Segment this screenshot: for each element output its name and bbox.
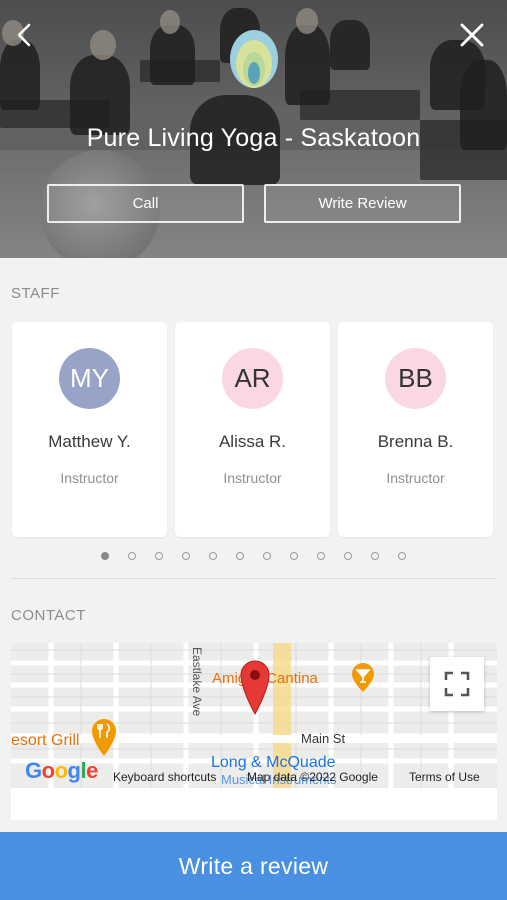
- staff-role: Instructor: [60, 470, 119, 486]
- google-logo: Google: [25, 758, 98, 783]
- location-map[interactable]: Eastlake Ave Amigos Cantina Main St esor…: [11, 643, 497, 788]
- map-pin-icon: [240, 660, 270, 715]
- section-divider: [11, 578, 496, 579]
- close-icon: [460, 23, 484, 47]
- staff-card[interactable]: AR Alissa R. Instructor: [175, 322, 330, 537]
- pagination-dot[interactable]: [371, 552, 379, 560]
- pagination-dot[interactable]: [155, 552, 163, 560]
- avatar: AR: [222, 348, 283, 409]
- staff-card[interactable]: BB Brenna B. Instructor: [338, 322, 493, 537]
- staff-name: Matthew Y.: [48, 432, 131, 451]
- fullscreen-button[interactable]: [430, 657, 484, 711]
- avatar-initials: AR: [234, 363, 271, 393]
- pagination-dot[interactable]: [317, 552, 325, 560]
- avatar: MY: [59, 348, 120, 409]
- map-street-label: Main St: [301, 731, 346, 746]
- map-data-attribution: Map data ©2022 Google: [247, 770, 378, 784]
- contact-section-label: CONTACT: [11, 607, 86, 624]
- page-title: Pure Living Yoga - Saskatoon: [86, 124, 421, 152]
- hero-banner: Pure Living Yoga - Saskatoon Call Write …: [0, 0, 507, 258]
- pagination-dot[interactable]: [101, 552, 109, 560]
- avatar-initials: BB: [398, 363, 433, 393]
- pagination-dot[interactable]: [344, 552, 352, 560]
- staff-role: Instructor: [386, 470, 445, 486]
- pagination-dot[interactable]: [128, 552, 136, 560]
- staff-role: Instructor: [223, 470, 282, 486]
- pagination-dot[interactable]: [290, 552, 298, 560]
- pagination-dot[interactable]: [182, 552, 190, 560]
- fullscreen-icon: [444, 671, 470, 697]
- staff-section-label: STAFF: [11, 285, 60, 302]
- staff-card[interactable]: MY Matthew Y. Instructor: [12, 322, 167, 537]
- keyboard-shortcuts-link[interactable]: Keyboard shortcuts: [113, 770, 216, 784]
- terms-of-use-link[interactable]: Terms of Use: [409, 770, 480, 784]
- restaurant-poi-icon: [92, 719, 116, 756]
- studio-logo: [230, 30, 278, 88]
- close-button[interactable]: [455, 18, 489, 52]
- pagination-dot[interactable]: [236, 552, 244, 560]
- back-button[interactable]: [8, 18, 42, 52]
- avatar: BB: [385, 348, 446, 409]
- bar-poi-icon: [352, 663, 374, 692]
- staff-name: Brenna B.: [377, 432, 454, 451]
- pagination-dot[interactable]: [398, 552, 406, 560]
- contact-card-body: [11, 788, 497, 820]
- write-review-cta-button[interactable]: Write a review: [0, 832, 507, 900]
- map-poi-label: esort Grill: [11, 732, 80, 749]
- avatar-initials: MY: [70, 363, 109, 393]
- carousel-pagination: [0, 552, 507, 562]
- pagination-dot[interactable]: [263, 552, 271, 560]
- write-review-button[interactable]: Write Review: [264, 184, 461, 223]
- map-street-label: Eastlake Ave: [190, 647, 204, 717]
- chevron-left-icon: [17, 23, 31, 47]
- call-button[interactable]: Call: [47, 184, 244, 223]
- staff-name: Alissa R.: [218, 432, 287, 451]
- pagination-dot[interactable]: [209, 552, 217, 560]
